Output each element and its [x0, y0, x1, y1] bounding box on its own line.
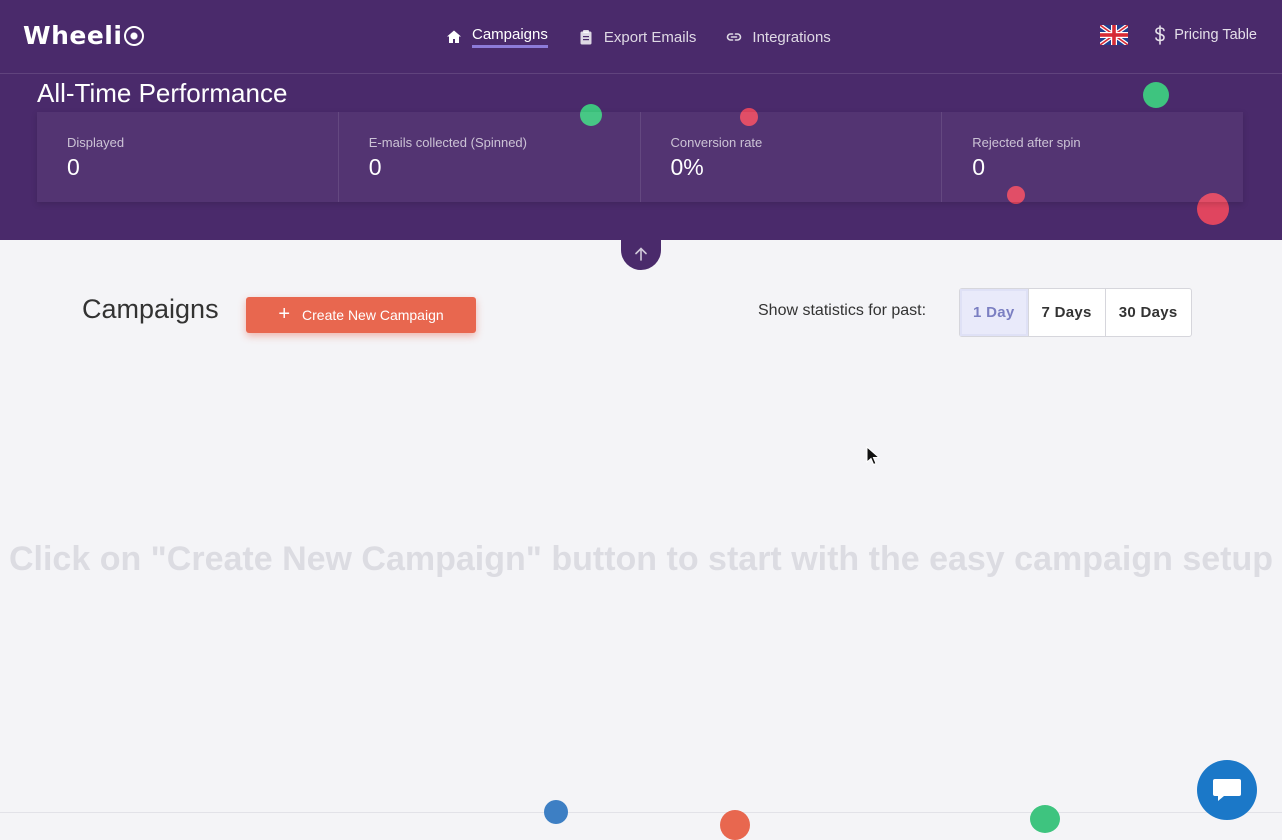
- stat-value: 0%: [670, 154, 704, 180]
- performance-stats: Displayed 0 E-mails collected (Spinned) …: [37, 112, 1243, 202]
- campaigns-heading: Campaigns: [82, 294, 219, 324]
- arrow-up-icon: [635, 247, 647, 261]
- create-new-campaign-label: Create New Campaign: [302, 307, 444, 323]
- stat-conversion-rate: Conversion rate 0%: [641, 112, 943, 202]
- create-new-campaign-button[interactable]: + Create New Campaign: [246, 297, 476, 333]
- nav-right: Pricing Table: [1100, 25, 1257, 45]
- performance-title: All-Time Performance: [37, 78, 288, 108]
- nav-export-emails[interactable]: Export Emails: [578, 26, 697, 48]
- stats-period-selector: 1 Day 7 Days 30 Days: [959, 288, 1192, 337]
- stat-emails-collected: E-mails collected (Spinned) 0: [339, 112, 641, 202]
- stat-value: 0: [972, 154, 986, 180]
- chat-bubble-icon: [1213, 779, 1241, 801]
- nav-export-emails-label: Export Emails: [603, 28, 697, 46]
- top-nav: Wheeli Campaigns Export Emails Integrati…: [0, 0, 1282, 74]
- stat-label: Rejected after spin: [972, 135, 1081, 150]
- decorative-dot: [544, 800, 568, 824]
- stat-label: Displayed: [67, 135, 125, 150]
- nav-campaigns[interactable]: Campaigns: [446, 26, 548, 48]
- pricing-table-label: Pricing Table: [1174, 27, 1257, 43]
- stat-label: Conversion rate: [670, 135, 763, 150]
- decorative-dot: [720, 810, 750, 840]
- logo-text: Wheeli: [23, 21, 123, 50]
- empty-campaigns-message: Click on "Create New Campaign" button to…: [8, 540, 1273, 578]
- mouse-cursor-icon: [866, 446, 880, 466]
- stat-displayed: Displayed 0: [37, 112, 339, 202]
- stat-value: 0: [67, 154, 80, 180]
- period-30-days-button[interactable]: 30 Days: [1106, 289, 1191, 336]
- stat-rejected-after-spin: Rejected after spin 0: [942, 112, 1243, 202]
- pricing-table-link[interactable]: Pricing Table: [1154, 25, 1257, 45]
- period-7-days-button[interactable]: 7 Days: [1029, 289, 1106, 336]
- wheelio-logo[interactable]: Wheeli: [23, 21, 145, 50]
- link-icon: [727, 33, 742, 41]
- period-1-day-button[interactable]: 1 Day: [960, 289, 1029, 336]
- stats-period-label: Show statistics for past:: [758, 302, 927, 319]
- stat-value: 0: [368, 154, 382, 180]
- plus-icon: +: [278, 303, 291, 325]
- chat-widget-button[interactable]: [1197, 760, 1257, 820]
- uk-flag-icon[interactable]: [1100, 25, 1129, 45]
- home-icon: [447, 30, 461, 43]
- header-banner: Wheeli Campaigns Export Emails Integrati…: [0, 0, 1282, 240]
- nav-integrations[interactable]: Integrations: [726, 26, 831, 48]
- decorative-dot: [1030, 805, 1060, 833]
- clipboard-icon: [580, 30, 592, 45]
- main-nav: Campaigns Export Emails Integrations: [446, 26, 831, 48]
- footer-divider: [0, 812, 1282, 813]
- dollar-icon: [1155, 25, 1166, 45]
- nav-integrations-label: Integrations: [752, 28, 831, 46]
- nav-campaigns-label: Campaigns: [472, 26, 548, 48]
- stat-label: E-mails collected (Spinned): [368, 135, 527, 150]
- logo-wheel-icon: [124, 25, 145, 46]
- collapse-header-button[interactable]: [621, 238, 661, 270]
- decorative-dot: [1143, 82, 1169, 108]
